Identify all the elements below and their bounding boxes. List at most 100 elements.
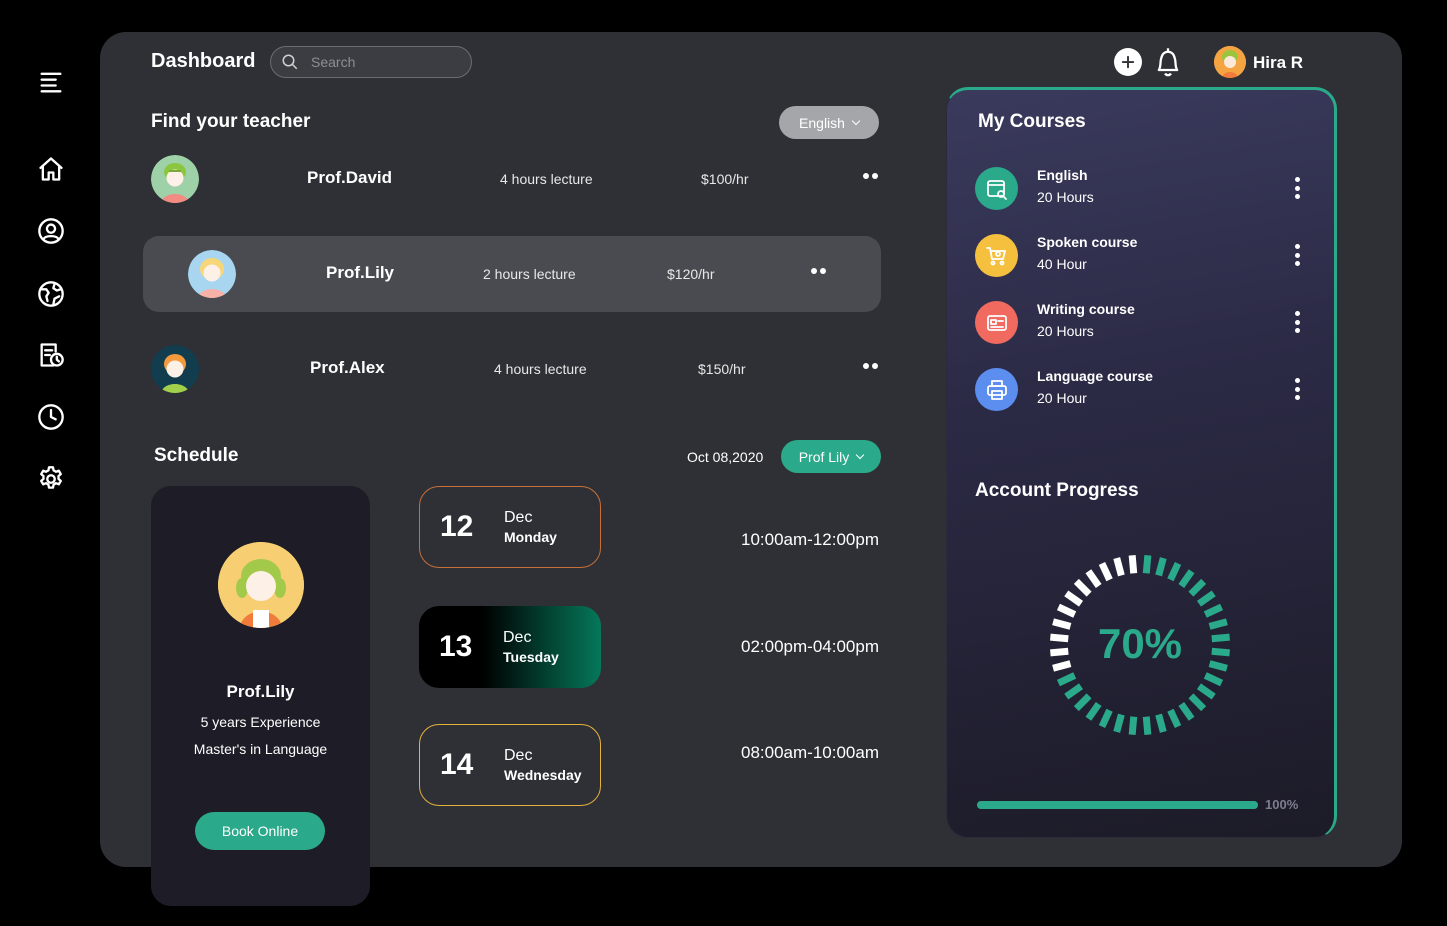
more-vertical-icon[interactable] <box>1293 378 1301 400</box>
more-options-icon[interactable] <box>863 363 881 373</box>
teacher-profile-name: Prof.Lily <box>226 682 295 701</box>
progress-segment <box>1128 716 1138 735</box>
settings-icon[interactable] <box>36 464 66 494</box>
search-box[interactable] <box>270 46 472 78</box>
teacher-degree: Master's in Language <box>193 741 328 757</box>
printer-icon <box>975 368 1018 411</box>
course-item-english[interactable]: English 20 Hours <box>975 167 1315 211</box>
time-slot: 10:00am-12:00pm <box>741 530 879 549</box>
more-options-icon[interactable] <box>863 173 881 183</box>
globe-icon[interactable] <box>36 279 66 309</box>
progress-segment <box>1113 713 1125 733</box>
clock-icon[interactable] <box>36 402 66 432</box>
search-input[interactable] <box>311 54 461 70</box>
more-vertical-icon[interactable] <box>1293 311 1301 333</box>
course-hours: 20 Hours <box>1037 189 1094 205</box>
progress-segment <box>1073 693 1092 712</box>
progress-segment <box>1085 701 1102 721</box>
progress-percent: 70% <box>1097 620 1183 667</box>
teacher-name: Prof.Lily <box>326 263 395 282</box>
teacher-lecture: 4 hours lecture <box>500 171 593 187</box>
user-name[interactable]: Hira R <box>1253 53 1303 73</box>
day-card-13[interactable]: 13 Dec Tuesday <box>419 606 601 688</box>
teacher-price: $120/hr <box>667 266 715 282</box>
menu-icon[interactable] <box>36 67 66 97</box>
progress-segment <box>1178 569 1195 589</box>
progress-segment <box>1142 716 1152 735</box>
home-icon[interactable] <box>36 154 66 184</box>
course-item-language[interactable]: Language course 20 Hour <box>975 368 1315 412</box>
course-item-writing[interactable]: Writing course 20 Hours <box>975 301 1315 345</box>
language-dropdown[interactable]: English <box>779 106 879 139</box>
teacher-dropdown-label: Prof Lily <box>798 448 850 465</box>
progress-segment <box>1203 603 1224 618</box>
day-card-12[interactable]: 12 Dec Monday <box>419 486 601 568</box>
progress-segment <box>1155 557 1167 577</box>
more-vertical-icon[interactable] <box>1293 244 1301 266</box>
day-weekday: Tuesday <box>503 649 559 665</box>
find-teacher-title: Find your teacher <box>151 111 311 132</box>
progress-bar-label: 100% <box>1265 797 1299 812</box>
course-item-spoken[interactable]: Spoken course 40 Hour <box>975 234 1315 278</box>
course-name: Spoken course <box>1037 234 1138 250</box>
teacher-experience: 5 years Experience <box>200 714 321 730</box>
teacher-profile-avatar <box>218 542 304 628</box>
day-card-14[interactable]: 14 Dec Wednesday <box>419 724 601 806</box>
teacher-avatar <box>188 250 236 298</box>
time-slot: 02:00pm-04:00pm <box>741 637 879 656</box>
progress-segment <box>1188 693 1207 712</box>
book-online-button[interactable]: Book Online <box>195 812 325 850</box>
schedule-document-icon[interactable] <box>36 340 66 370</box>
progress-segment <box>1178 701 1195 721</box>
teacher-row-lily[interactable]: Prof.Lily 2 hours lecture $120/hr <box>143 236 881 312</box>
teacher-name: Prof.David <box>307 168 393 187</box>
day-number: 13 <box>439 630 473 663</box>
day-weekday: Wednesday <box>504 767 582 783</box>
progress-segment <box>1196 683 1216 700</box>
progress-segment <box>1056 603 1077 618</box>
day-month: Dec <box>503 629 532 646</box>
plus-icon <box>1121 55 1135 69</box>
language-dropdown-label: English <box>799 114 845 131</box>
chevron-down-icon <box>856 450 865 459</box>
my-courses-title: My Courses <box>978 111 1086 132</box>
teacher-dropdown[interactable]: Prof Lily <box>781 440 881 473</box>
progress-segment <box>1167 708 1182 729</box>
notification-bell-icon[interactable] <box>1154 46 1182 78</box>
progress-segment <box>1128 555 1138 574</box>
course-name: English <box>1037 167 1088 183</box>
progress-segment <box>1056 672 1077 687</box>
user-avatar[interactable] <box>1214 46 1246 78</box>
course-hours: 20 Hours <box>1037 323 1094 339</box>
add-button[interactable] <box>1114 48 1142 76</box>
user-icon[interactable] <box>36 216 66 246</box>
teacher-avatar <box>151 155 199 203</box>
progress-segment <box>1142 555 1152 574</box>
course-hours: 20 Hour <box>1037 390 1087 406</box>
schedule-date: Oct 08,2020 <box>687 449 764 465</box>
search-icon <box>282 54 298 70</box>
more-vertical-icon[interactable] <box>1293 177 1301 199</box>
teacher-row-alex[interactable]: Prof.Alex 4 hours lecture $150/hr <box>143 331 881 407</box>
progress-bar-fill <box>977 801 1258 809</box>
teacher-profile-card: Prof.Lily 5 years Experience Master's in… <box>151 486 370 906</box>
more-options-icon[interactable] <box>811 268 829 278</box>
day-month: Dec <box>504 509 533 526</box>
day-number: 14 <box>440 748 474 781</box>
my-courses-panel: My Courses English 20 Hours Spoken cours… <box>946 87 1337 838</box>
progress-segment <box>1098 561 1113 582</box>
progress-segment <box>1167 561 1182 582</box>
progress-bar <box>977 801 1258 809</box>
teacher-row-david[interactable]: Prof.David 4 hours lecture $100/hr <box>143 141 881 217</box>
schedule-title: Schedule <box>154 445 239 466</box>
course-hours: 40 Hour <box>1037 256 1087 272</box>
teacher-name: Prof.Alex <box>310 358 385 377</box>
chevron-down-icon <box>851 116 861 125</box>
progress-segment <box>1155 713 1167 733</box>
progress-segment <box>1203 672 1224 687</box>
sidebar <box>0 0 100 926</box>
id-card-icon <box>975 301 1018 344</box>
progress-segment <box>1064 590 1084 607</box>
teacher-lecture: 2 hours lecture <box>483 266 576 282</box>
progress-segment <box>1064 683 1084 700</box>
